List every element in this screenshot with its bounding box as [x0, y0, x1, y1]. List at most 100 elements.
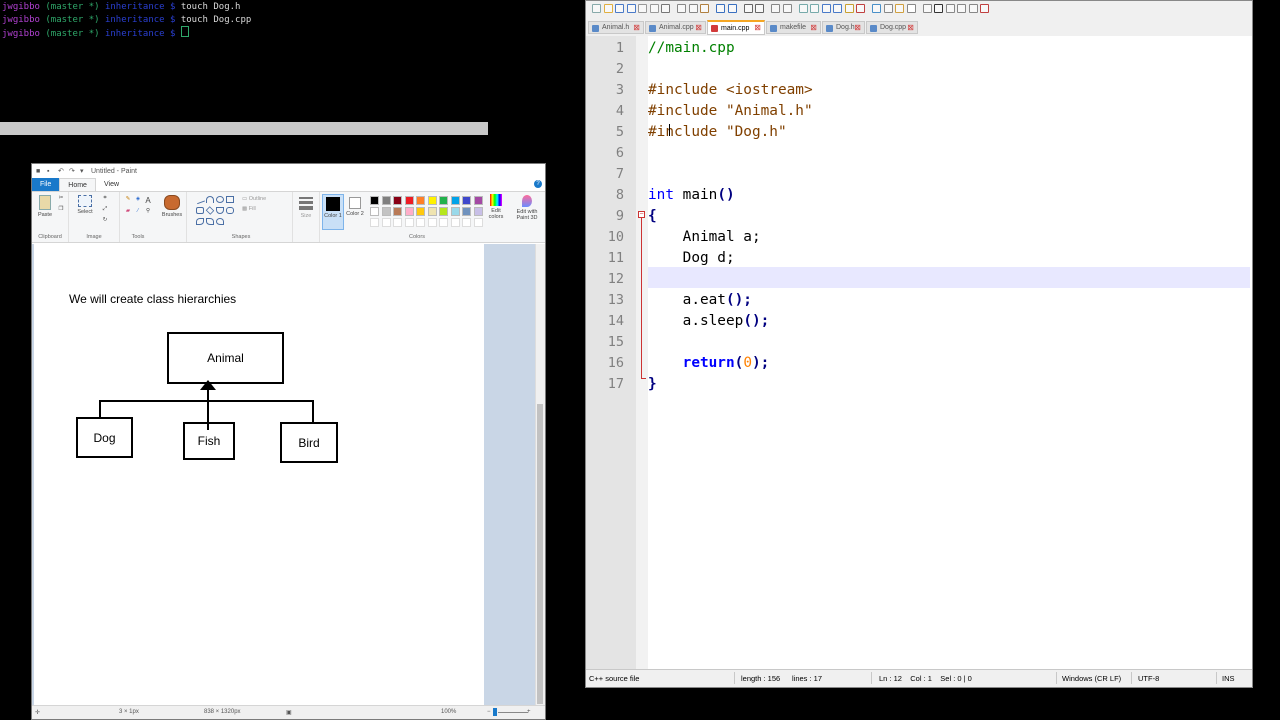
scrollbar-thumb[interactable] [537, 404, 543, 704]
rounded-rectangle-shape-icon[interactable] [196, 207, 204, 214]
rotate-button[interactable]: ↻ [101, 217, 109, 223]
color-swatch[interactable] [427, 207, 437, 216]
color-swatch[interactable] [450, 196, 460, 205]
print-icon[interactable] [661, 4, 670, 13]
zoom-slider[interactable] [498, 712, 528, 713]
color-swatch[interactable] [473, 196, 483, 205]
monitor-icon[interactable] [906, 4, 916, 13]
curve-shape-icon[interactable] [206, 196, 214, 203]
close-icon[interactable] [638, 4, 647, 13]
zoom-out-button[interactable]: − [487, 709, 491, 715]
save-all-icon[interactable] [626, 4, 636, 13]
paste-icon[interactable] [700, 4, 709, 13]
diamond-shape-icon[interactable] [205, 206, 215, 215]
zoom-slider-thumb[interactable] [493, 708, 497, 716]
crop-button[interactable]: ⌗ [101, 195, 109, 202]
record-macro-icon[interactable] [922, 4, 932, 13]
color-swatch[interactable] [439, 207, 448, 216]
document-map-icon[interactable] [872, 4, 881, 13]
stop-macro-icon[interactable] [934, 4, 943, 13]
customize-toolbar-icon[interactable]: ▾ [80, 168, 87, 175]
brushes-button[interactable]: Brushes [160, 195, 184, 218]
color-swatch[interactable] [393, 207, 402, 216]
tab-makefile[interactable]: makefile ⊠ [766, 21, 821, 34]
custom-color-swatch[interactable] [370, 218, 379, 227]
callout-shape-icon[interactable] [216, 218, 224, 225]
custom-color-swatch[interactable] [393, 218, 402, 227]
redo-icon[interactable]: ↷ [69, 168, 76, 175]
custom-color-swatch[interactable] [404, 218, 414, 227]
eraser-tool[interactable]: ▰ [124, 208, 132, 214]
save-icon[interactable] [615, 4, 624, 13]
close-tab-icon[interactable]: ⊠ [633, 23, 640, 32]
magnifier-tool[interactable]: ⚲ [144, 208, 152, 214]
color-swatch[interactable] [450, 207, 460, 216]
fill-dropdown[interactable]: ▩ Fill [242, 206, 278, 212]
color-swatch[interactable] [370, 207, 379, 216]
terminal[interactable]: jwgibbo (master *) inheritance $ touch D… [0, 0, 585, 122]
show-all-chars-icon[interactable] [833, 4, 842, 13]
size-button[interactable]: Size [296, 195, 316, 219]
indent-guide-icon[interactable] [844, 4, 854, 13]
arrow-shape-icon[interactable] [206, 218, 214, 225]
color2-button[interactable]: Color 2 [345, 194, 365, 228]
hexagon-shape-icon[interactable] [226, 207, 234, 214]
tab-dog-cpp[interactable]: Dog.cpp ⊠ [866, 21, 918, 34]
tab-animal-cpp[interactable]: Animal.cpp ⊠ [645, 21, 706, 34]
cut-button[interactable]: ✂ [57, 195, 65, 201]
new-file-icon[interactable] [592, 4, 601, 13]
copy-icon[interactable] [688, 4, 698, 13]
tab-view[interactable]: View [96, 178, 127, 191]
custom-color-swatch[interactable] [439, 218, 448, 227]
rectangle-shape-icon[interactable] [226, 196, 234, 203]
save-icon[interactable]: ▪ [47, 168, 54, 175]
color-picker-tool[interactable]: ⁄ [134, 208, 142, 214]
color-swatch[interactable] [416, 207, 425, 216]
help-icon[interactable]: ? [534, 180, 542, 188]
close-tab-icon[interactable]: ⊠ [810, 23, 817, 32]
color-swatch[interactable] [393, 196, 402, 205]
color-swatch[interactable] [404, 207, 414, 216]
resize-button[interactable]: ⤢ [101, 206, 109, 213]
color-swatch[interactable] [381, 196, 391, 205]
color-swatch[interactable] [427, 196, 437, 205]
line-shape-icon[interactable] [195, 194, 205, 205]
color-swatch[interactable] [439, 196, 448, 205]
sync-horizontal-icon[interactable] [810, 4, 819, 13]
oval-shape-icon[interactable] [216, 196, 224, 203]
zoom-in-button[interactable]: + [527, 709, 531, 715]
replace-icon[interactable] [755, 4, 764, 13]
zoom-out-icon[interactable] [782, 4, 792, 13]
tab-dog-h[interactable]: Dog.h ⊠ [822, 21, 865, 34]
color-swatch[interactable] [462, 207, 471, 216]
zoom-in-icon[interactable] [771, 4, 780, 13]
custom-color-swatch[interactable] [462, 218, 471, 227]
language-icon[interactable] [856, 4, 865, 13]
edit-colors-button[interactable]: Edit colors [485, 194, 507, 220]
close-all-icon[interactable] [649, 4, 659, 13]
find-icon[interactable] [743, 4, 753, 13]
close-tab-icon[interactable]: ⊠ [907, 23, 914, 32]
close-tab-icon[interactable]: ⊠ [695, 23, 702, 32]
custom-color-swatch[interactable] [450, 218, 460, 227]
tab-animal-h[interactable]: Animal.h ⊠ [588, 21, 644, 34]
terminal-scrollbar[interactable] [0, 122, 488, 135]
folder-workspace-icon[interactable] [895, 4, 904, 13]
run-macro-icon[interactable] [957, 4, 966, 13]
word-wrap-icon[interactable] [821, 4, 831, 13]
star-shape-icon[interactable] [196, 218, 204, 225]
code-editor[interactable]: − 1 2 3 4 5 6 7 8 9 10 11 12 13 14 15 16 17 //main.cpp #… [586, 36, 1252, 670]
copy-button[interactable]: ❐ [57, 206, 65, 212]
close-tab-icon[interactable]: ⊠ [854, 23, 861, 32]
outline-dropdown[interactable]: ▭ Outline [242, 196, 278, 202]
color-swatch[interactable] [416, 196, 425, 205]
edit-with-paint3d-button[interactable]: Edit with Paint 3D [512, 195, 542, 221]
undo-icon[interactable]: ↶ [58, 168, 65, 175]
redo-icon[interactable] [727, 4, 737, 13]
spell-check-icon[interactable] [980, 4, 989, 13]
color-swatch[interactable] [381, 207, 391, 216]
custom-color-swatch[interactable] [427, 218, 437, 227]
color-swatch[interactable] [473, 207, 483, 216]
play-macro-icon[interactable] [945, 4, 955, 13]
canvas-vertical-scrollbar[interactable] [535, 244, 545, 706]
